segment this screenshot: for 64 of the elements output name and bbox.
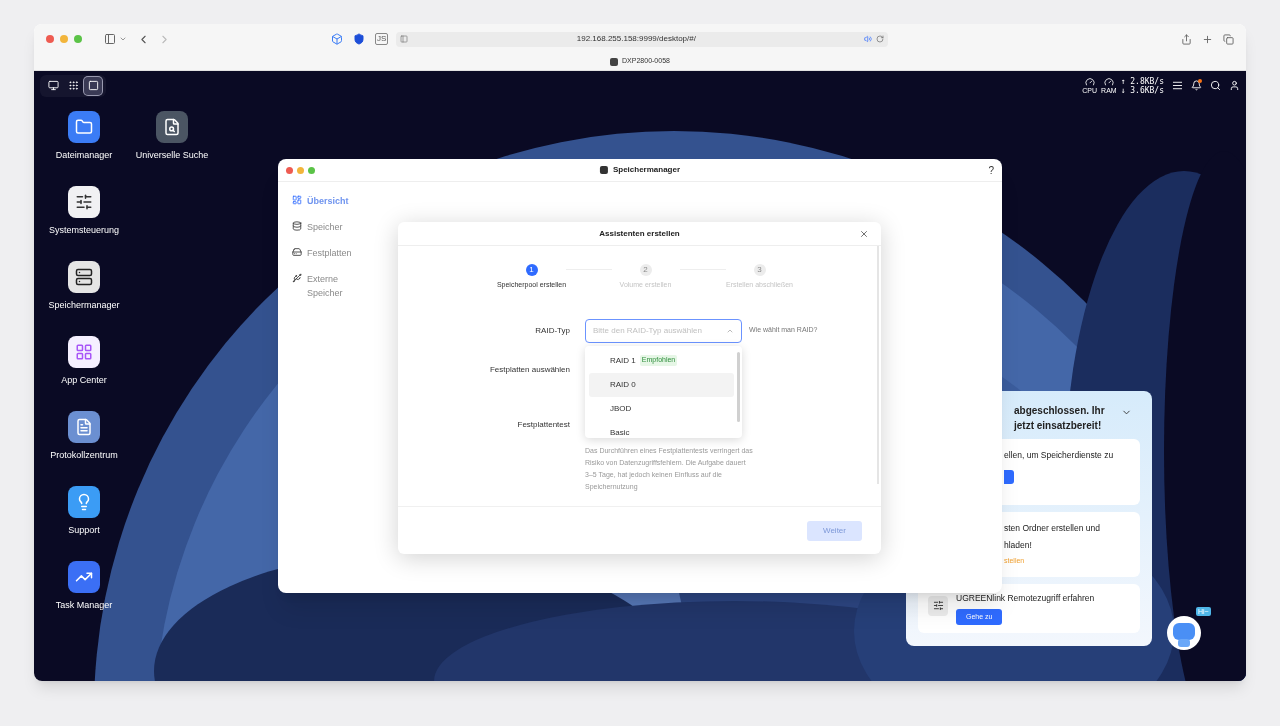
sidebar-item[interactable]: Speicher [307,220,357,234]
sidebar-item[interactable]: Festplatten [307,246,357,260]
app-label[interactable]: Systemsteuerung [48,224,119,238]
database-icon [292,221,302,231]
search-icon[interactable] [1210,80,1221,91]
drive-icon [292,247,302,257]
chevron-down-icon[interactable] [119,35,127,43]
dashboard-icon [292,195,302,205]
sidebar-item[interactable]: Externe Speicher [307,272,357,300]
notebook-icon[interactable] [68,411,100,443]
folder-icon[interactable] [68,111,100,143]
sliders-icon[interactable] [68,186,100,218]
dropdown-option[interactable]: RAID 0 [589,372,734,397]
window-title: Speichermanager [612,164,681,176]
server-icon[interactable] [68,261,100,293]
gauge-icon [1084,77,1095,87]
card-text: hladen! [1004,539,1033,552]
address-bar[interactable]: 192.168.255.158:9999/desktop/#/ [396,31,889,47]
cube-icon[interactable] [331,33,343,45]
card-text: sten Ordner erstellen und [1004,522,1100,535]
list-icon[interactable] [1172,80,1183,91]
panel-title: abgeschlossen. Ihr [1014,404,1105,418]
new-tab-icon[interactable] [1202,33,1213,45]
grid-icon[interactable] [68,336,100,368]
dropdown-option[interactable]: JBOD [589,396,734,421]
app-icon [599,166,608,174]
notifications-button[interactable] [1191,80,1202,91]
extension-button[interactable]: JS [375,33,389,45]
app-label[interactable]: Task Manager [55,599,113,613]
lightbulb-icon[interactable] [68,486,100,518]
shield-icon[interactable] [353,33,365,45]
app-label[interactable]: Protokollzentrum [50,449,118,463]
upload-speed: ↑ 2.8KB/s [1120,76,1164,86]
trend-icon[interactable] [68,561,100,593]
gauge-icon [1103,77,1114,87]
share-icon[interactable] [1181,33,1192,45]
tab-favicon [610,57,619,66]
scrollbar[interactable] [737,351,740,422]
app-label[interactable]: Support [68,524,100,538]
square-icon[interactable] [84,76,102,95]
app-label[interactable]: Universelle Suche [135,149,209,163]
panel-title: jetzt einsatzbereit! [1014,419,1103,433]
app-label[interactable]: App Center [61,374,107,388]
sidebar-icon[interactable] [104,33,116,45]
app-label[interactable]: Speichermanager [48,299,120,313]
dialog-title: Assistenten erstellen [599,227,680,240]
step-number: 1 [525,264,538,276]
field-label: RAID-Typ [534,324,570,337]
app-label[interactable]: Dateimanager [55,149,113,163]
tabs-icon[interactable] [1223,33,1234,45]
card-text: ellen, um Speicherdienste zu [1004,449,1114,462]
usb-icon [292,273,302,283]
sliders-icon [928,595,948,616]
step-number: 2 [639,264,652,276]
field-label: Festplattentest [516,418,570,431]
download-speed: ↓ 3.6KB/s [1120,85,1164,95]
help-button[interactable]: ? [988,162,994,178]
user-icon[interactable] [1229,80,1240,91]
card-text: UGREENlink Remotezugriff erfahren [956,591,1095,605]
dropdown-option[interactable]: Basic [589,420,734,438]
step-number: 3 [753,264,766,276]
field-label: Festplatten auswählen [488,363,570,376]
close-icon[interactable] [859,228,869,239]
file-search-icon[interactable] [156,111,188,143]
